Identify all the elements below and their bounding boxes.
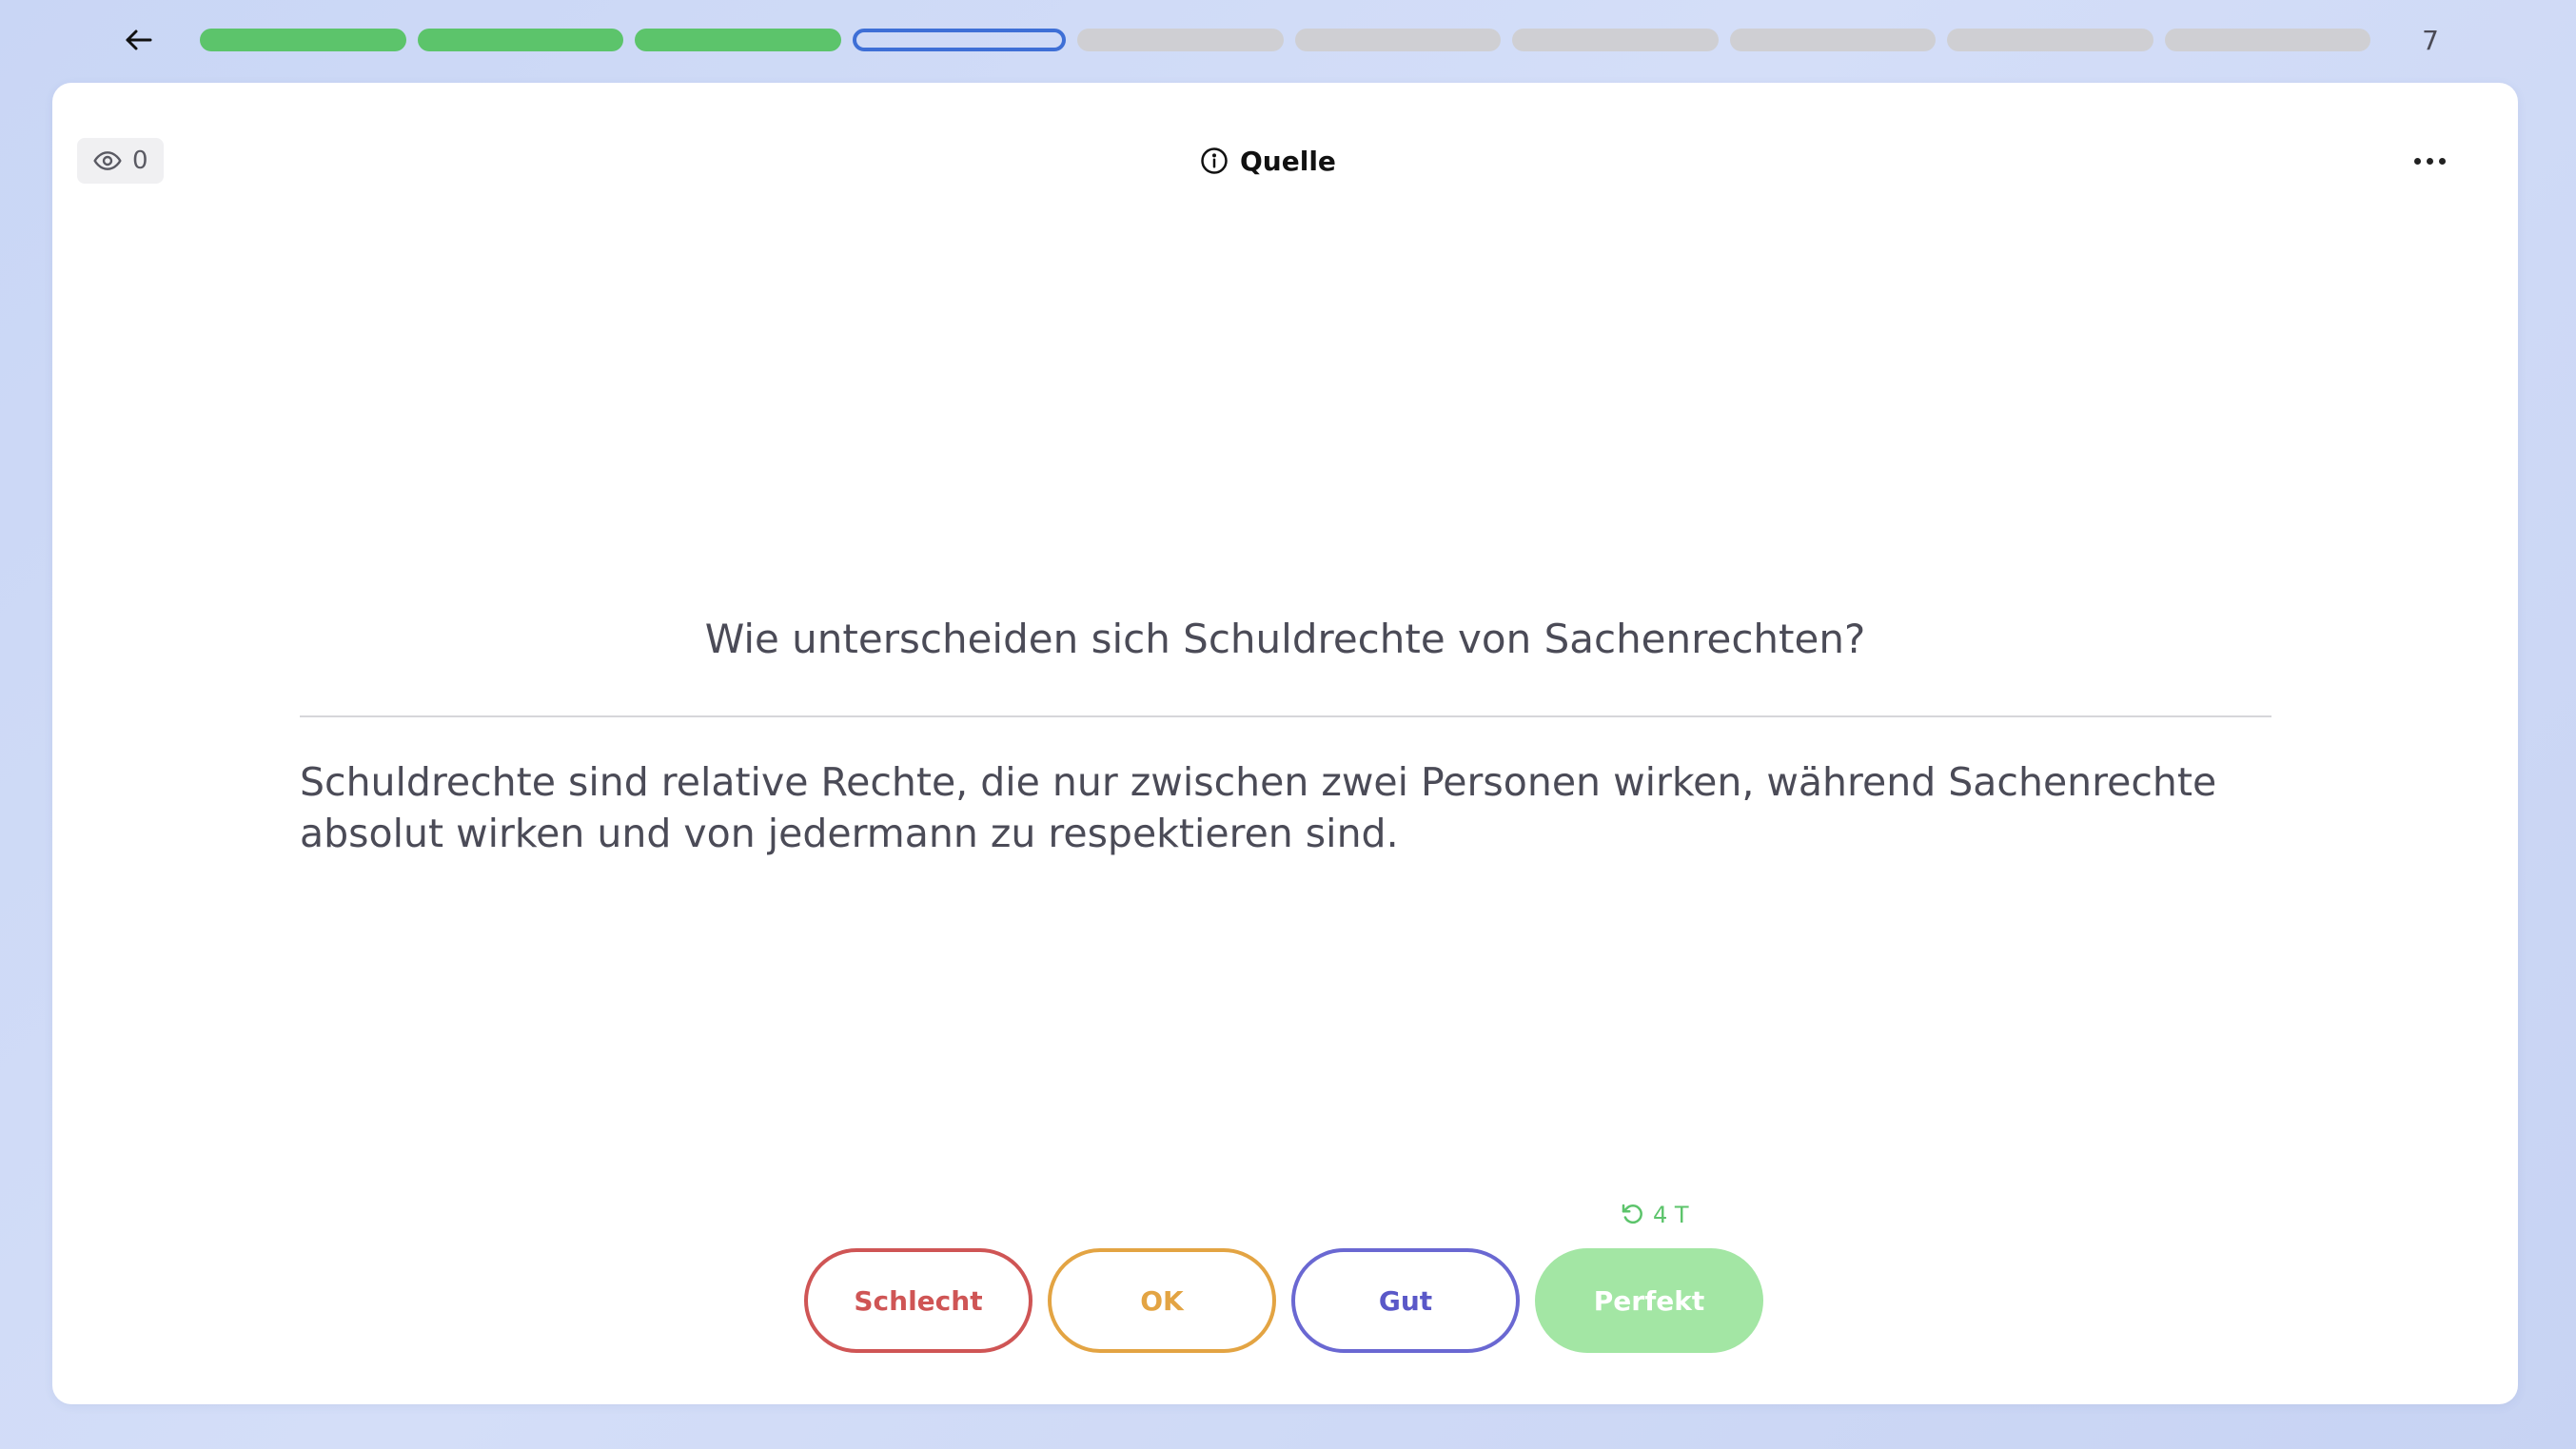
- eye-icon: [93, 151, 122, 170]
- flashcard: 0 Quelle Wie unterscheiden sich Schuldre…: [52, 83, 2518, 1404]
- rate-ok-button[interactable]: OK: [1048, 1248, 1276, 1353]
- rotate-ccw-icon: [1622, 1204, 1642, 1224]
- more-options-button[interactable]: [2403, 140, 2456, 182]
- source-button[interactable]: Quelle: [1200, 140, 1336, 182]
- more-dot: [2426, 157, 2433, 165]
- progress-segment-done: [200, 29, 406, 51]
- progress-segment-todo: [1294, 29, 1501, 51]
- more-dot: [2438, 157, 2446, 165]
- progress-segment-todo: [1729, 29, 1936, 51]
- divider: [300, 715, 2271, 717]
- progress-segment-done: [635, 29, 841, 51]
- next-interval: 4 T: [1619, 1196, 1689, 1234]
- interval-label: 4 T: [1653, 1202, 1689, 1228]
- rate-bad-button[interactable]: Schlecht: [804, 1248, 1032, 1353]
- progress-segment-current: [852, 29, 1066, 51]
- source-label: Quelle: [1240, 145, 1336, 177]
- info-icon: [1201, 147, 1228, 174]
- question-text: Wie unterscheiden sich Schuldrechte von …: [704, 616, 1866, 662]
- card-count: 7: [2422, 24, 2439, 56]
- progress-bar: [200, 29, 2370, 51]
- back-button[interactable]: [110, 17, 167, 63]
- progress-segment-done: [417, 29, 623, 51]
- progress-segment-todo: [2164, 29, 2370, 51]
- progress-segment-todo: [1512, 29, 1719, 51]
- more-horizontal-icon: [2413, 157, 2421, 165]
- arrow-left-icon: [126, 29, 152, 50]
- progress-segment-todo: [1947, 29, 2153, 51]
- answer-text: Schuldrechte sind relative Rechte, die n…: [300, 759, 2217, 856]
- progress-segment-todo: [1077, 29, 1284, 51]
- views-badge: 0: [77, 138, 164, 184]
- rate-perfect-button[interactable]: Perfekt: [1535, 1248, 1763, 1353]
- rate-good-button[interactable]: Gut: [1291, 1248, 1520, 1353]
- views-count: 0: [132, 147, 148, 175]
